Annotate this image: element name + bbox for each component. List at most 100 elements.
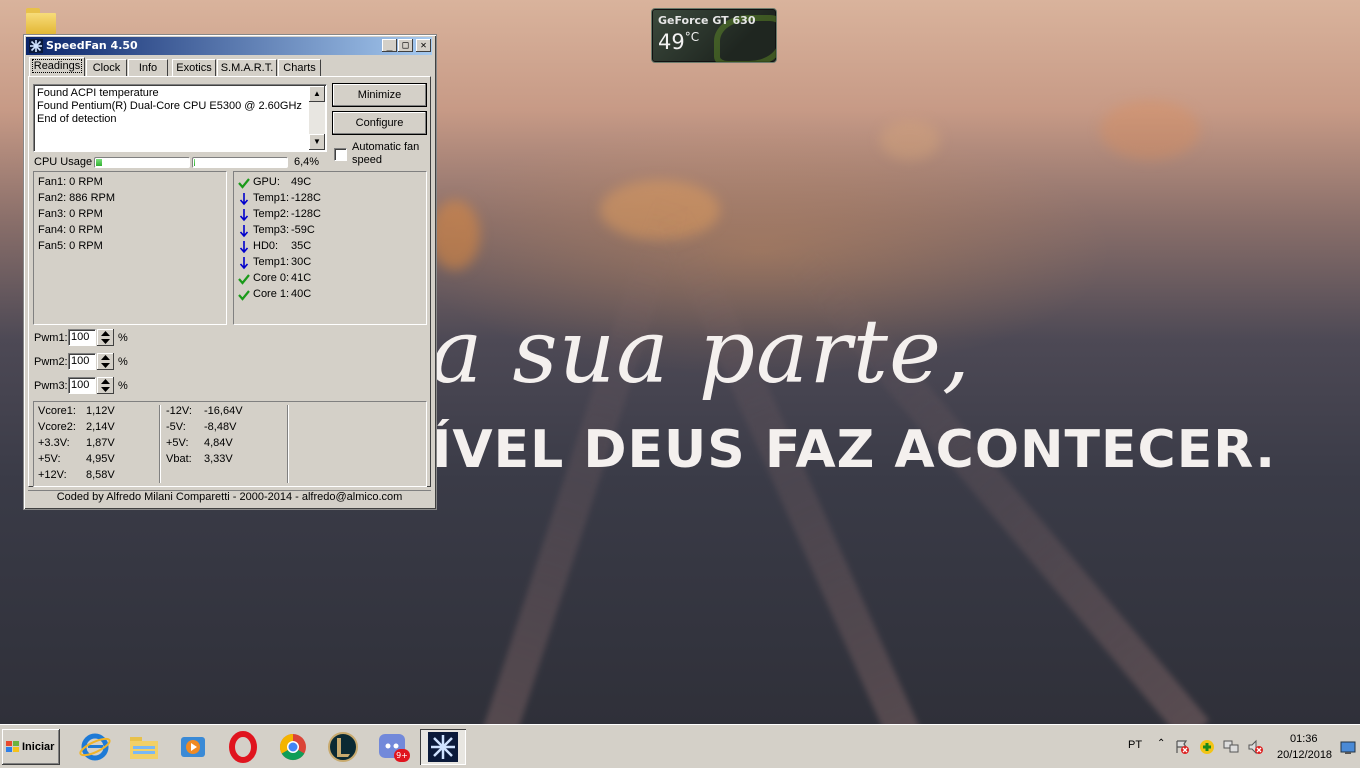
gpu-temperature-gadget[interactable]: GeForce GT 630 49°C <box>651 8 777 63</box>
pwm3-unit: % <box>118 380 128 392</box>
close-window-button[interactable]: ✕ <box>416 39 431 52</box>
down-arrow-icon <box>239 225 249 238</box>
voltage-label: +5V: <box>38 453 61 465</box>
volume-muted-icon[interactable] <box>1246 738 1264 756</box>
tab-readings[interactable]: Readings <box>29 57 85 76</box>
temperature-value: 30C <box>291 256 312 268</box>
voltage-value: 4,84V <box>204 437 233 449</box>
start-button[interactable]: Iniciar <box>2 729 60 765</box>
tab-strip: Readings Clock Info Exotics S.M.A.R.T. C… <box>28 57 432 77</box>
voltage-value: -16,64V <box>204 405 243 417</box>
pwm1-input[interactable]: 100 <box>68 329 96 346</box>
configure-button[interactable]: Configure <box>332 111 427 135</box>
voltage-value: 8,58V <box>86 469 115 481</box>
speedfan-window: SpeedFan 4.50 _ □ ✕ Readings Clock Info … <box>23 34 437 510</box>
show-hidden-icons-chevron-icon[interactable]: ⌃ <box>1157 738 1165 749</box>
temperature-value: 40C <box>291 288 312 300</box>
wallpaper-quote-line2: ÍVEL DEUS FAZ ACONTECER. <box>432 420 1276 480</box>
tab-clock[interactable]: Clock <box>86 59 127 76</box>
minimize-window-button[interactable]: _ <box>382 39 397 52</box>
show-desktop-icon[interactable] <box>1340 741 1356 755</box>
voltage-value: 1,87V <box>86 437 115 449</box>
speedfan-fan-icon <box>29 39 43 53</box>
voltage-label: +3.3V: <box>38 437 70 449</box>
voltage-value: 2,14V <box>86 421 115 433</box>
voltage-label: -12V: <box>166 405 192 417</box>
voltage-label: Vcore1: <box>38 405 76 417</box>
temperature-label: Core 0: <box>253 272 290 284</box>
ok-icon <box>238 290 250 301</box>
log-scrollbar[interactable]: ▲ ▼ <box>309 86 325 150</box>
pwm2-spinner-icon[interactable] <box>97 353 114 370</box>
start-label: Iniciar <box>22 741 55 753</box>
voltage-label: +5V: <box>166 437 189 449</box>
windows-logo-icon <box>6 741 19 752</box>
pwm3-spinner-icon[interactable] <box>97 377 114 394</box>
temperature-label: Temp2: <box>253 208 290 220</box>
ok-icon <box>238 178 250 189</box>
media-player-icon[interactable] <box>170 729 216 765</box>
language-indicator[interactable]: PT <box>1128 739 1142 751</box>
temperature-value: 35C <box>291 240 312 252</box>
voltage-divider <box>159 405 160 483</box>
minimize-button[interactable]: Minimize <box>332 83 427 107</box>
tab-smart[interactable]: S.M.A.R.T. <box>217 59 277 76</box>
voltage-label: Vbat: <box>166 453 192 465</box>
fan-reading: Fan2: 886 RPM <box>38 192 116 204</box>
gpu-name: GeForce GT 630 <box>658 14 756 27</box>
file-explorer-icon[interactable] <box>121 729 167 765</box>
pwm1-label: Pwm1: <box>34 332 68 344</box>
scroll-down-icon[interactable]: ▼ <box>309 134 325 150</box>
scroll-up-icon[interactable]: ▲ <box>309 86 325 102</box>
pwm1-spinner-icon[interactable] <box>97 329 114 346</box>
voltage-value: 3,33V <box>204 453 233 465</box>
temperature-value: 41C <box>291 272 312 284</box>
voltage-value: 4,95V <box>86 453 115 465</box>
wallpaper-quote-line1: a sua parte, <box>430 300 971 403</box>
discord-notification-badge: 9+ <box>394 749 410 762</box>
temperature-label: HD0: <box>253 240 279 252</box>
maximize-window-button[interactable]: □ <box>398 39 413 52</box>
temperature-value: -128C <box>291 208 321 220</box>
internet-explorer-icon[interactable] <box>72 729 118 765</box>
automatic-fan-speed-checkbox[interactable] <box>334 148 347 161</box>
voltage-label: Vcore2: <box>38 421 76 433</box>
pwm3-input[interactable]: 100 <box>68 377 96 394</box>
league-of-legends-icon[interactable] <box>320 729 366 765</box>
temperature-label: Temp1: <box>253 256 290 268</box>
opera-icon[interactable] <box>220 729 266 765</box>
voltage-label: +12V: <box>38 469 67 481</box>
cpu-core1-usage-fill <box>96 159 102 166</box>
window-title: SpeedFan 4.50 <box>46 39 138 52</box>
cpu-core2-usage-fill <box>194 159 195 166</box>
fan-reading: Fan1: 0 RPM <box>38 176 103 188</box>
status-bar: Coded by Alfredo Milani Comparetti - 200… <box>28 490 431 506</box>
action-center-flag-icon[interactable] <box>1174 739 1190 755</box>
tab-info[interactable]: Info <box>128 59 168 76</box>
tab-charts[interactable]: Charts <box>278 59 321 76</box>
temperature-value: 49C <box>291 176 312 188</box>
pwm2-input[interactable]: 100 <box>68 353 96 370</box>
temperature-label: Temp1: <box>253 192 290 204</box>
clock-time[interactable]: 01:36 <box>1290 733 1318 745</box>
discord-icon[interactable]: 9+ <box>370 729 416 765</box>
gpu-temperature: 49°C <box>658 30 700 54</box>
automatic-fan-speed-label: Automatic fan speed <box>352 141 420 166</box>
chrome-icon[interactable] <box>270 729 316 765</box>
down-arrow-icon <box>239 209 249 222</box>
tab-exotics[interactable]: Exotics <box>172 59 216 76</box>
update-shield-icon[interactable] <box>1198 738 1216 756</box>
clock-date[interactable]: 20/12/2018 <box>1277 749 1332 761</box>
title-bar[interactable]: SpeedFan 4.50 _ □ ✕ <box>26 37 432 55</box>
log-line: End of detection <box>37 113 117 125</box>
log-line: Found ACPI temperature <box>37 87 159 99</box>
cpu-core2-usage-bar <box>192 157 288 168</box>
desktop-folder-icon[interactable] <box>26 8 56 34</box>
down-arrow-icon <box>239 193 249 206</box>
speedfan-icon[interactable] <box>420 729 466 765</box>
temperature-label: Core 1: <box>253 288 290 300</box>
network-icon[interactable] <box>1222 738 1240 756</box>
voltage-divider <box>287 405 288 483</box>
detection-log[interactable]: Found ACPI temperature Found Pentium(R) … <box>33 84 327 152</box>
temperature-label: Temp3: <box>253 224 290 236</box>
